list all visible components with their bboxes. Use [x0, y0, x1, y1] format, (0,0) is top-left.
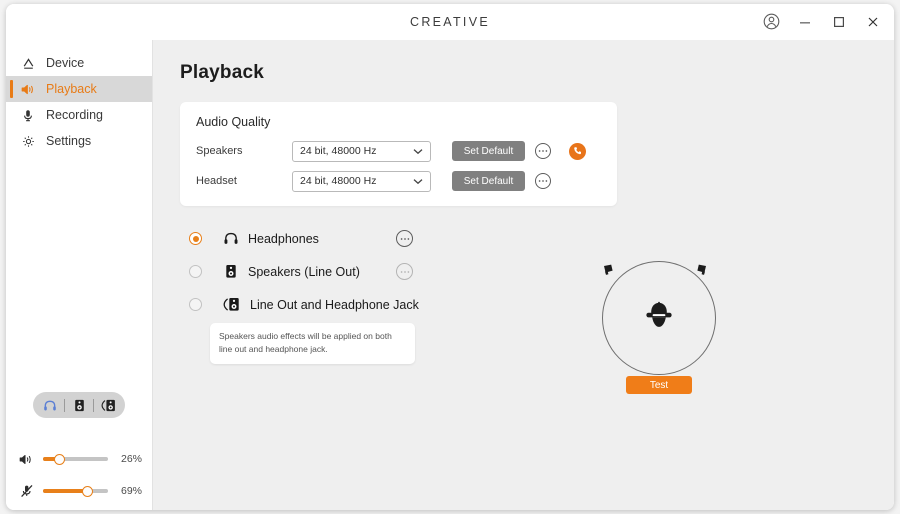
window-body: Device Playback Recording Settings 26% 6…	[6, 40, 894, 510]
device-switch-divider	[64, 398, 65, 412]
device-icon	[20, 55, 36, 71]
audio-quality-title: Audio Quality	[196, 115, 271, 129]
speaker-wave-icon	[20, 81, 36, 97]
microphone-muted-icon	[18, 484, 35, 498]
headset-format-select[interactable]: 24 bit, 48000 Hz	[292, 170, 431, 192]
audio-quality-label: Headset	[196, 175, 237, 187]
right-speaker-cone-icon	[694, 263, 707, 281]
sidebar-item-label: Recording	[46, 108, 103, 122]
output-option-headphones[interactable]: Headphones	[180, 224, 430, 253]
device-switch-container	[6, 392, 152, 418]
speaker-stage: Test	[586, 252, 731, 402]
phone-icon[interactable]	[569, 142, 586, 160]
maximize-icon[interactable]	[828, 11, 850, 33]
speakers-line-out-more-options-icon[interactable]	[396, 263, 413, 280]
radio-speakers-line-out[interactable]	[189, 265, 202, 278]
radio-headphones[interactable]	[189, 232, 202, 245]
minimize-icon[interactable]	[794, 11, 816, 33]
speakers-format-select[interactable]: 24 bit, 48000 Hz	[292, 140, 431, 162]
gear-icon	[20, 133, 36, 149]
chevron-down-icon	[413, 148, 423, 155]
speakers-set-default-button[interactable]: Set Default	[452, 141, 525, 161]
output-option-speakers-line-out[interactable]: Speakers (Line Out)	[180, 257, 430, 286]
microphone-slider-row: 69%	[6, 478, 152, 504]
microphone-icon	[20, 107, 36, 123]
sidebar-item-playback[interactable]: Playback	[6, 76, 152, 102]
audio-quality-row-speakers: Speakers 24 bit, 48000 Hz Set Default	[196, 140, 601, 162]
volume-slider[interactable]	[43, 453, 108, 465]
audio-quality-label: Speakers	[196, 145, 243, 157]
headset-more-options-icon[interactable]	[535, 173, 551, 189]
sidebar: Device Playback Recording Settings 26% 6…	[6, 40, 153, 510]
speaker-icon	[221, 264, 241, 279]
speakers-format-value: 24 bit, 48000 Hz	[300, 145, 377, 157]
line-out-tooltip: Speakers audio effects will be applied o…	[210, 323, 415, 364]
device-switch-line-out-and-headphone-jack-icon[interactable]	[96, 394, 120, 416]
headset-set-default-button[interactable]: Set Default	[452, 171, 525, 191]
radio-line-out-and-headphone-jack[interactable]	[189, 298, 202, 311]
volume-value: 26%	[120, 453, 142, 465]
test-button[interactable]: Test	[626, 376, 692, 394]
device-switch-divider	[93, 398, 94, 412]
output-option-label: Speakers (Line Out)	[248, 264, 360, 279]
microphone-slider[interactable]	[43, 485, 108, 497]
volume-slider-knob[interactable]	[54, 453, 66, 465]
microphone-value: 69%	[120, 485, 142, 497]
volume-icon	[18, 453, 35, 466]
microphone-slider-fill	[43, 489, 88, 493]
close-icon[interactable]	[862, 11, 884, 33]
application-window: CREATIVE Device Playback Recording Setti…	[6, 4, 894, 510]
sidebar-item-recording[interactable]: Recording	[6, 102, 152, 128]
page-title: Playback	[180, 62, 264, 83]
device-switch-speaker-icon[interactable]	[67, 394, 91, 416]
window-controls	[760, 4, 884, 39]
speakers-more-options-icon[interactable]	[535, 143, 551, 159]
audio-quality-card: Audio Quality Speakers 24 bit, 48000 Hz …	[180, 102, 617, 206]
headphones-icon	[221, 231, 241, 246]
output-option-label: Headphones	[248, 231, 319, 246]
line-out-and-headphone-jack-icon	[221, 297, 243, 312]
account-circle-icon[interactable]	[760, 11, 782, 33]
device-switch	[33, 392, 125, 418]
sidebar-item-label: Playback	[46, 82, 97, 96]
volume-slider-row: 26%	[6, 446, 152, 472]
title-bar: CREATIVE	[6, 4, 894, 40]
left-speaker-cone-icon	[603, 263, 616, 281]
main-content: Playback Audio Quality Speakers 24 bit, …	[153, 40, 894, 510]
headphones-more-options-icon[interactable]	[396, 230, 413, 247]
output-options: Headphones Speakers (Line Out) Line Out …	[180, 224, 430, 364]
microphone-slider-knob[interactable]	[82, 485, 94, 497]
audio-quality-row-headset: Headset 24 bit, 48000 Hz Set Default	[196, 170, 601, 192]
creative-logo: CREATIVE	[410, 14, 490, 29]
sidebar-item-label: Device	[46, 56, 85, 70]
head-with-headphones-icon	[644, 301, 674, 335]
chevron-down-icon	[413, 178, 423, 185]
sidebar-item-settings[interactable]: Settings	[6, 128, 152, 154]
headset-format-value: 24 bit, 48000 Hz	[300, 175, 377, 187]
sidebar-item-device[interactable]: Device	[6, 50, 152, 76]
device-switch-headphones-icon[interactable]	[38, 394, 62, 416]
output-option-line-out-and-headphone-jack[interactable]: Line Out and Headphone Jack	[180, 290, 430, 319]
sidebar-item-label: Settings	[46, 134, 92, 148]
output-option-label: Line Out and Headphone Jack	[250, 297, 419, 312]
